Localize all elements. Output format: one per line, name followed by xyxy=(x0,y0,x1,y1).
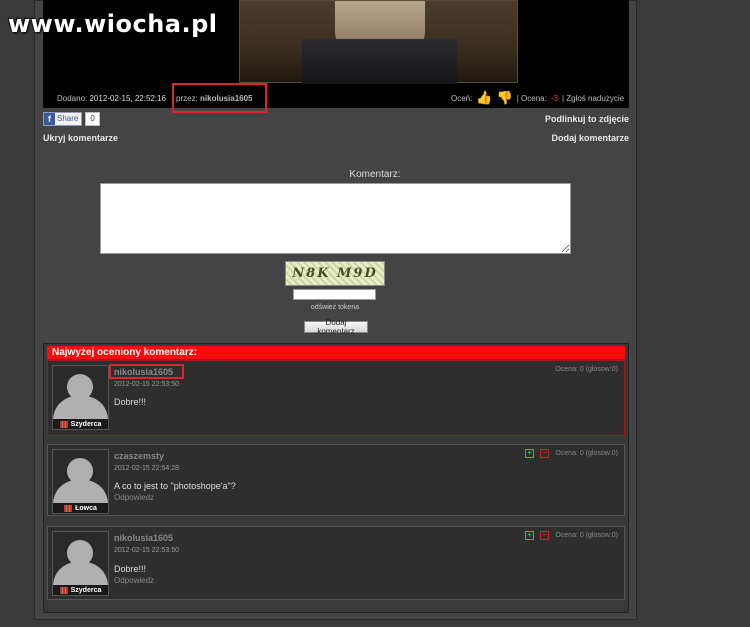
link-to-photo[interactable]: Podlinkuj to zdjęcie xyxy=(545,114,629,124)
comment-username[interactable]: czaszemsty xyxy=(114,451,164,461)
comment-text: Dobre!!! xyxy=(114,564,147,574)
comment-date: 2012-02-15 22:54:28 xyxy=(114,465,179,472)
facebook-icon: f xyxy=(44,112,55,125)
hide-comments-link[interactable]: Ukryj komentarze xyxy=(43,133,118,143)
avatar[interactable]: Szyderca xyxy=(52,531,109,596)
rank-flag-icon xyxy=(59,586,68,594)
vote-minus-icon[interactable]: − xyxy=(540,531,549,540)
refresh-token-link[interactable]: odśwież tokena xyxy=(0,304,670,311)
vote-plus-icon[interactable]: + xyxy=(525,449,534,458)
comment-date: 2012-02-15 22:53:50 xyxy=(114,547,179,554)
comment-text: A co to jest to "photoshope'a"? xyxy=(114,481,236,491)
add-comments-link[interactable]: Dodaj komentarze xyxy=(551,133,629,143)
share-widget: f Share 0 xyxy=(43,111,100,126)
comment-date: 2012-02-15 22:53:50 xyxy=(114,381,179,388)
captcha-input[interactable] xyxy=(293,289,376,300)
add-comment-button[interactable]: Dodaj komentarz xyxy=(304,318,368,336)
added-info: Dodano: 2012-02-15, 22:52:16 xyxy=(57,94,166,103)
highlight-box-author xyxy=(172,83,267,113)
photo[interactable] xyxy=(239,0,518,84)
rank-flag-icon xyxy=(64,504,73,512)
comment-item: Szyderca nikolusia1605 2012-02-15 22:53:… xyxy=(47,526,625,600)
score-value: -3 xyxy=(550,93,558,103)
comment-label: Komentarz: xyxy=(349,169,401,180)
thumb-down-icon[interactable]: 👎 xyxy=(497,90,513,106)
rating-bar: Oceń: 👍 👎 | Ocena: -3 | Zgłoś nadużycie xyxy=(451,90,625,106)
rank-flag-icon xyxy=(59,420,68,428)
share-button[interactable]: f Share xyxy=(43,111,83,126)
share-count: 0 xyxy=(85,111,100,126)
comment-rating: Ocena: 0 (glosow:0) xyxy=(555,366,618,373)
avatar[interactable]: Łowca xyxy=(52,449,109,514)
thumb-up-icon[interactable]: 👍 xyxy=(476,90,492,106)
comment-rating: Ocena: 0 (glosow:0) xyxy=(555,532,618,539)
avatar[interactable]: Szyderca xyxy=(52,365,109,430)
report-link[interactable]: | Zgłoś nadużycie xyxy=(562,94,624,103)
captcha-image: N8K M9D xyxy=(285,261,385,286)
reply-link[interactable]: Odpowiedz xyxy=(114,576,154,585)
vote-plus-icon[interactable]: + xyxy=(525,531,534,540)
top-comment-header: Najwyżej oceniony komentarz: xyxy=(47,346,625,359)
comment-textarea[interactable] xyxy=(100,183,571,254)
comment-rating: Ocena: 0 (glosow:0) xyxy=(555,450,618,457)
comment-item: Łowca czaszemsty 2012-02-15 22:54:28 A c… xyxy=(47,444,625,516)
comment-text: Dobre!!! xyxy=(114,397,147,407)
vote-minus-icon[interactable]: − xyxy=(540,449,549,458)
comment-username[interactable]: nikolusia1605 xyxy=(114,533,173,543)
highlight-box-top-user xyxy=(109,364,184,379)
site-logo[interactable]: www.wiocha.pl xyxy=(8,10,218,38)
reply-link[interactable]: Odpowiedz xyxy=(114,493,154,502)
